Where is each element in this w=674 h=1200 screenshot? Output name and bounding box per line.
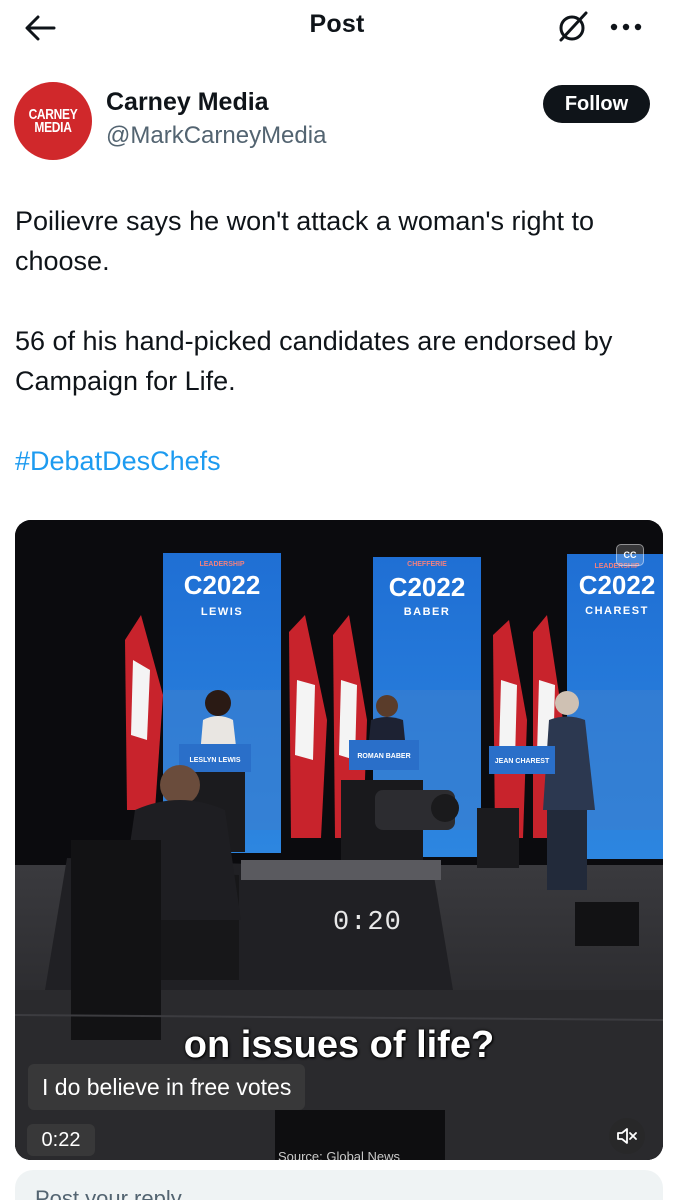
closed-caption-text: I do believe in free votes	[28, 1064, 306, 1110]
avatar[interactable]: CARNEY MEDIA	[14, 82, 92, 160]
author-handle[interactable]: @MarkCarneyMedia	[106, 122, 326, 150]
more-options-button[interactable]	[602, 6, 650, 48]
svg-text:LEADERSHIP: LEADERSHIP	[199, 561, 244, 568]
svg-text:BABER: BABER	[404, 606, 451, 618]
video-source-credit: Source: Global News	[277, 1149, 401, 1160]
author-name[interactable]: Carney Media	[106, 88, 269, 117]
svg-text:C2022: C2022	[184, 570, 261, 600]
svg-text:CHAREST: CHAREST	[585, 605, 649, 617]
follow-button[interactable]: Follow	[543, 85, 650, 123]
post-body: Poilievre says he won't attack a woman's…	[15, 201, 660, 481]
svg-text:CHEFFERIE: CHEFFERIE	[407, 561, 447, 568]
stage-monitor	[575, 902, 639, 946]
grok-icon	[559, 11, 588, 42]
hashtag-link[interactable]: #DebatDesChefs	[15, 446, 221, 476]
video-player[interactable]: LEADERSHIP C2022 LEWIS CHEFFERIE C2022 B…	[15, 520, 663, 1160]
burned-in-subtitle: on issues of life?	[183, 1024, 495, 1066]
post-paragraph-1: Poilievre says he won't attack a woman's…	[15, 206, 595, 276]
svg-text:JEAN CHAREST: JEAN CHAREST	[495, 758, 550, 765]
grok-button[interactable]	[550, 6, 596, 48]
svg-text:LEWIS: LEWIS	[201, 606, 243, 618]
reply-input[interactable]: Post your reply	[15, 1170, 663, 1200]
on-screen-timer: 0:20	[333, 908, 402, 938]
svg-text:C2022: C2022	[579, 570, 656, 600]
avatar-text-line2: MEDIA	[34, 118, 72, 136]
top-bar: Post	[0, 0, 674, 56]
svg-text:LESLYN LEWIS: LESLYN LEWIS	[189, 757, 240, 764]
closed-captions-button[interactable]: CC	[616, 544, 644, 566]
mute-button[interactable]	[609, 1118, 645, 1154]
svg-text:C2022: C2022	[389, 572, 466, 602]
svg-text:ROMAN BABER: ROMAN BABER	[357, 753, 410, 760]
camera-rig	[375, 790, 459, 830]
more-dots-icon	[610, 23, 642, 31]
post-paragraph-2: 56 of his hand-picked candidates are end…	[15, 326, 613, 396]
speaker-muted-icon	[617, 1128, 637, 1144]
reply-placeholder: Post your reply	[35, 1186, 182, 1200]
